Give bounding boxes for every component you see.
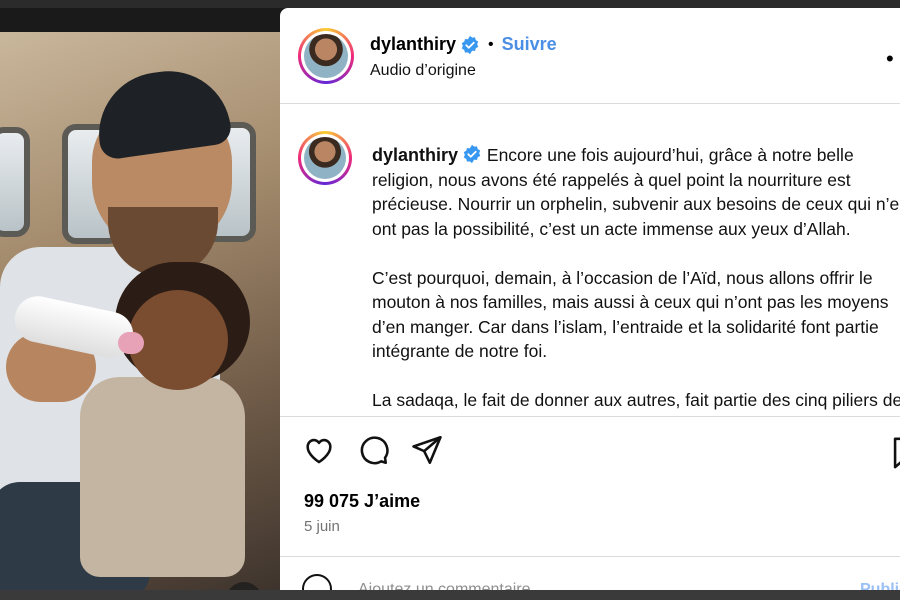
post-panel: dylanthiry • Suivre Audio d’origine • dy… xyxy=(280,8,900,590)
caption-paragraph-2: C’est pourquoi, demain, à l’occasion de … xyxy=(372,267,894,362)
likes-count[interactable]: 99 075 J’aime xyxy=(304,491,420,512)
comment-bar: Ajoutez un commentaire... Publier xyxy=(280,556,900,590)
post-video[interactable] xyxy=(0,32,280,590)
dot-separator: • xyxy=(488,35,494,53)
bookmark-icon[interactable] xyxy=(890,436,900,470)
emoji-icon[interactable] xyxy=(302,574,332,590)
publish-button[interactable]: Publier xyxy=(860,581,900,590)
caption-text: dylanthiry Encore une fois aujourd’hui, … xyxy=(372,143,900,416)
username-link[interactable]: dylanthiry xyxy=(370,34,456,55)
avatar[interactable] xyxy=(298,131,352,185)
more-options-button[interactable]: • xyxy=(886,46,894,72)
post-header: dylanthiry • Suivre Audio d’origine • xyxy=(280,8,900,104)
follow-button[interactable]: Suivre xyxy=(502,34,557,55)
comment-bubble-icon[interactable] xyxy=(356,433,390,467)
van-window xyxy=(0,127,30,237)
mute-button[interactable] xyxy=(226,582,262,590)
background-strip xyxy=(0,0,900,8)
heart-icon[interactable] xyxy=(302,433,336,467)
verified-badge-icon xyxy=(461,35,479,54)
baby-bottle-tip xyxy=(118,332,144,354)
header-user: dylanthiry • Suivre xyxy=(370,34,557,55)
verified-badge-icon xyxy=(463,144,481,164)
caption-paragraph-3: La sadaqa, le fait de donner aux autres,… xyxy=(372,390,900,416)
audio-label[interactable]: Audio d’origine xyxy=(370,62,476,80)
child-body xyxy=(80,377,245,577)
paper-plane-icon[interactable] xyxy=(410,433,444,467)
background-strip xyxy=(0,590,900,600)
comment-input[interactable]: Ajoutez un commentaire... xyxy=(358,581,544,590)
post-date[interactable]: 5 juin xyxy=(304,518,340,535)
caption-username[interactable]: dylanthiry xyxy=(372,145,458,165)
avatar[interactable] xyxy=(298,28,354,84)
caption-area: dylanthiry Encore une fois aujourd’hui, … xyxy=(280,105,900,417)
action-bar xyxy=(302,433,444,467)
